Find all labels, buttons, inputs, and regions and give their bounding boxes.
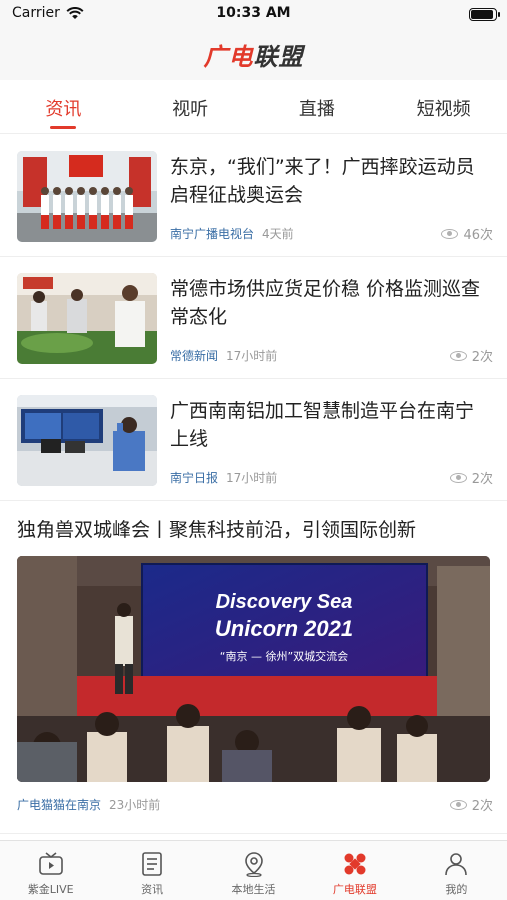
view-count-value: 2次 xyxy=(471,472,493,487)
eye-icon xyxy=(449,799,467,810)
news-thumbnail xyxy=(17,151,157,242)
tabbar-item-news[interactable]: 资讯 xyxy=(101,841,202,900)
news-meta: 南宁日报 17小时前 xyxy=(170,469,277,486)
news-item[interactable]: 广西南南铝加工智慧制造平台在南宁上线 南宁日报 17小时前 2次 xyxy=(0,379,507,501)
tabbar-item-alliance[interactable]: 广电联盟 xyxy=(304,841,405,900)
featured-news-item[interactable]: 独角兽双城峰会丨聚焦科技前沿，引领国际创新 Discovery Sea Unic… xyxy=(0,501,507,834)
news-source[interactable]: 常德新闻 xyxy=(170,347,218,364)
news-title: 东京，“我们”来了！广西摔跤运动员启程征战奥运会 xyxy=(170,156,475,206)
logo-part-1: 广电 xyxy=(203,42,254,71)
location-pin-icon xyxy=(244,852,263,877)
tab-live[interactable]: 直播 xyxy=(254,80,381,133)
wrestlers-photo xyxy=(17,151,157,242)
view-count: 2次 xyxy=(449,346,493,365)
news-meta: 常德新闻 17小时前 xyxy=(170,347,277,364)
summit-photo: Discovery Sea Unicorn 2021 “南京 — 徐州”双城交流… xyxy=(17,556,490,782)
screen-line-2: Unicorn 2021 xyxy=(215,616,353,641)
news-thumbnail xyxy=(17,395,157,486)
tab-short-video[interactable]: 短视频 xyxy=(380,80,507,133)
status-time: 10:33 AM xyxy=(216,5,291,21)
featured-meta: 广电猫猫在南京 23小时前 xyxy=(17,796,160,813)
screen-line-3: “南京 — 徐州”双城交流会 xyxy=(220,649,348,663)
view-count-value: 46次 xyxy=(463,228,493,243)
featured-title: 独角兽双城峰会丨聚焦科技前沿，引领国际创新 xyxy=(17,519,417,541)
featured-image: Discovery Sea Unicorn 2021 “南京 — 徐州”双城交流… xyxy=(17,556,490,782)
tabbar-label: 资讯 xyxy=(141,883,164,896)
news-item[interactable]: 东京，“我们”来了！广西摔跤运动员启程征战奥运会 南宁广播电视台 4天前 46次 xyxy=(0,135,507,257)
app-logo: 广电联盟 xyxy=(204,37,304,72)
news-source[interactable]: 南宁日报 xyxy=(170,469,218,486)
view-count-value: 2次 xyxy=(471,350,493,365)
tabbar-item-zijin-live[interactable]: 紫金LIVE xyxy=(0,841,101,900)
news-time: 23小时前 xyxy=(109,798,161,812)
battery-icon xyxy=(469,8,500,21)
news-source[interactable]: 南宁广播电视台 xyxy=(170,225,254,242)
screen-line-1: Discovery Sea xyxy=(216,591,353,613)
tab-news[interactable]: 资讯 xyxy=(0,80,127,133)
news-time: 17小时前 xyxy=(226,349,278,363)
news-time: 17小时前 xyxy=(226,471,278,485)
tabbar-item-local-life[interactable]: 本地生活 xyxy=(203,841,304,900)
news-time: 4天前 xyxy=(262,227,294,241)
news-meta: 南宁广播电视台 4天前 xyxy=(170,225,294,242)
app-header: 广电联盟 xyxy=(0,28,507,80)
tv-icon xyxy=(38,852,63,875)
view-count: 46次 xyxy=(441,224,493,243)
news-feed: 东京，“我们”来了！广西摔跤运动员启程征战奥运会 南宁广播电视台 4天前 46次 xyxy=(0,135,507,834)
tab-audiovisual[interactable]: 视听 xyxy=(127,80,254,133)
tabbar-label: 本地生活 xyxy=(231,883,276,896)
tabbar-label: 广电联盟 xyxy=(332,883,377,896)
news-thumbnail xyxy=(17,273,157,364)
status-bar: Carrier 10:33 AM xyxy=(0,0,507,28)
news-item[interactable]: 常德市场供应货足价稳 价格监测巡查常态化 常德新闻 17小时前 2次 xyxy=(0,257,507,379)
news-source[interactable]: 广电猫猫在南京 xyxy=(17,796,101,813)
news-list-icon xyxy=(142,852,162,876)
market-photo xyxy=(17,273,157,364)
control-room-photo xyxy=(17,395,157,486)
eye-icon xyxy=(441,228,459,239)
person-icon xyxy=(445,853,468,876)
eye-icon xyxy=(449,472,467,483)
view-count: 2次 xyxy=(449,468,493,487)
eye-icon xyxy=(449,350,467,361)
alliance-logo-icon xyxy=(344,853,366,875)
view-count: 2次 xyxy=(449,795,493,814)
category-tabs: 资讯 视听 直播 短视频 xyxy=(0,80,507,134)
tabbar-label: 紫金LIVE xyxy=(27,883,74,896)
bottom-tab-bar: 紫金LIVE 资讯 本地生活 广电联盟 我的 xyxy=(0,840,507,900)
news-title: 常德市场供应货足价稳 价格监测巡查常态化 xyxy=(170,278,481,328)
news-title: 广西南南铝加工智慧制造平台在南宁上线 xyxy=(170,400,475,450)
view-count-value: 2次 xyxy=(471,799,493,814)
logo-part-2: 联盟 xyxy=(253,42,304,71)
battery-level xyxy=(471,10,493,19)
tabbar-item-mine[interactable]: 我的 xyxy=(406,841,507,900)
tabbar-label: 我的 xyxy=(445,883,468,896)
